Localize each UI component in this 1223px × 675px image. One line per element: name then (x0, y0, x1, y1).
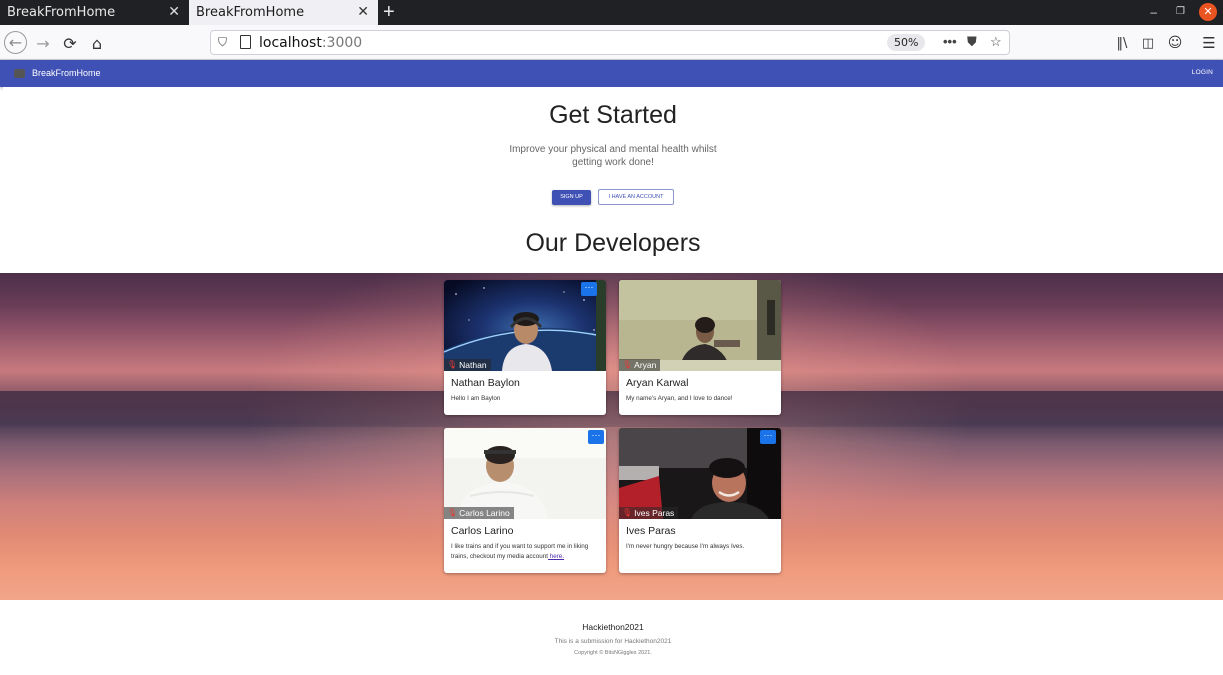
footer-title: Hackiethon2021 (582, 622, 644, 632)
reload-icon[interactable]: ⟳ (59, 32, 81, 54)
hero-section: Get Started Improve your physical and me… (3, 87, 1223, 273)
zoom-indicator[interactable]: 50% (887, 34, 926, 51)
hero-title: Get Started (549, 101, 677, 129)
tab-close-icon[interactable]: ✕ (357, 4, 369, 20)
video-label: 🎙 Nathan (444, 359, 491, 371)
new-tab-button[interactable]: + (383, 1, 395, 23)
forward-icon[interactable]: → (32, 32, 54, 54)
developer-description: My name's Aryan, and I love to dance! (626, 395, 733, 402)
browser-tab[interactable]: BreakFromHome ✕ (0, 0, 189, 25)
window-close-icon[interactable]: ✕ (1199, 3, 1217, 21)
developer-photo: 🎙 Aryan (619, 280, 781, 371)
tab-close-icon[interactable]: ✕ (168, 4, 180, 20)
media-account-link[interactable]: here. (548, 553, 564, 560)
app-bar: BreakFromHome LOGIN (0, 60, 1223, 87)
shield-icon[interactable]: ⛉ (218, 35, 227, 50)
library-icon[interactable]: ‖\ (1111, 32, 1133, 54)
browser-tab-active[interactable]: BreakFromHome ✕ (189, 0, 378, 25)
developer-description: I'm never hungry because I'm always Ives… (626, 543, 745, 550)
url-bar[interactable]: ⛉ localhost:3000 50% ••• ⛊ ☆ (210, 30, 1010, 55)
developer-photo: ··· 🎙 Nathan (444, 280, 606, 371)
developers-heading: Our Developers (525, 229, 701, 257)
browser-navbar: ← → ⟳ ⌂ ⛉ localhost:3000 50% ••• ⛊ ☆ ‖\ … (0, 25, 1223, 60)
developer-description: Hello I am Baylon (451, 395, 501, 402)
more-options-button[interactable]: ··· (588, 430, 604, 444)
restore-icon[interactable]: ❐ (1176, 4, 1185, 20)
url-host: localhost (259, 35, 322, 51)
menu-icon[interactable]: ☰ (1198, 32, 1220, 54)
developer-name: Carlos Larino (451, 525, 514, 537)
mic-off-icon: 🎙 (622, 508, 633, 517)
developer-card: ··· 🎙 Nathan Nathan Baylon Hello I am Ba… (444, 280, 606, 415)
developer-card: 🎙 Aryan Aryan Karwal My name's Aryan, an… (619, 280, 781, 415)
back-icon[interactable]: ← (4, 31, 27, 54)
developer-photo: ··· 🎙 Carlos Larino (444, 428, 606, 519)
developer-card: ··· 🎙 Carlos Larino Carlos Larino I like… (444, 428, 606, 573)
developer-photo: ··· 🎙 Ives Paras (619, 428, 781, 519)
video-label-text: Nathan (459, 360, 487, 370)
developer-description: I like trains and if you want to support… (451, 542, 601, 562)
mic-off-icon: 🎙 (447, 508, 458, 517)
url-text[interactable]: localhost:3000 (259, 35, 362, 51)
browser-tab-strip: BreakFromHome ✕ BreakFromHome ✕ + – ❐ ✕ (0, 0, 1223, 25)
sunset-glow (180, 273, 1040, 600)
mic-off-icon: 🎙 (622, 360, 633, 369)
sign-up-button[interactable]: SIGN UP (552, 190, 591, 205)
developer-name: Nathan Baylon (451, 377, 520, 389)
more-options-button[interactable]: ··· (581, 282, 597, 296)
video-label: 🎙 Aryan (619, 359, 661, 371)
video-label-text: Carlos Larino (459, 508, 510, 518)
page-icon (240, 35, 251, 49)
url-port: :3000 (321, 35, 363, 51)
pocket-icon[interactable]: ⛊ (967, 34, 977, 50)
video-label: 🎙 Ives Paras (619, 507, 679, 519)
minimize-icon[interactable]: – (1150, 4, 1157, 20)
login-button[interactable]: LOGIN (1192, 69, 1213, 76)
mic-off-icon: 🎙 (447, 360, 458, 369)
video-label: 🎙 Carlos Larino (444, 507, 514, 519)
app-title[interactable]: BreakFromHome (32, 68, 101, 78)
sunset-background (0, 273, 1223, 600)
account-icon[interactable]: ☺ (1164, 32, 1186, 54)
home-icon[interactable]: ⌂ (86, 32, 108, 54)
more-options-button[interactable]: ··· (760, 430, 776, 444)
video-label-text: Ives Paras (634, 508, 675, 518)
developer-name: Ives Paras (626, 525, 676, 537)
video-label-text: Aryan (634, 360, 657, 370)
footer-copyright: Copyright © BitsNGiggles 2021. (574, 650, 652, 656)
tab-title: BreakFromHome (7, 5, 116, 20)
app-logo-icon (14, 69, 25, 78)
developer-name: Aryan Karwal (626, 377, 689, 389)
description-text: I like trains and if you want to support… (451, 543, 589, 560)
footer-subtitle: This is a submission for Hackiethon2021 (554, 638, 672, 645)
sidebar-icon[interactable]: ◫ (1137, 32, 1159, 54)
bookmark-star-icon[interactable]: ☆ (990, 34, 1002, 50)
horizon-band (0, 391, 1223, 427)
hero-subtitle: Improve your physical and mental health … (509, 144, 717, 168)
footer: Hackiethon2021 This is a submission for … (3, 600, 1223, 675)
have-account-button[interactable]: I HAVE AN ACCOUNT (598, 189, 674, 205)
page-actions-icon[interactable]: ••• (943, 34, 957, 49)
tab-title: BreakFromHome (196, 5, 305, 20)
developer-card: ··· 🎙 Ives Paras Ives Paras I'm never hu… (619, 428, 781, 573)
